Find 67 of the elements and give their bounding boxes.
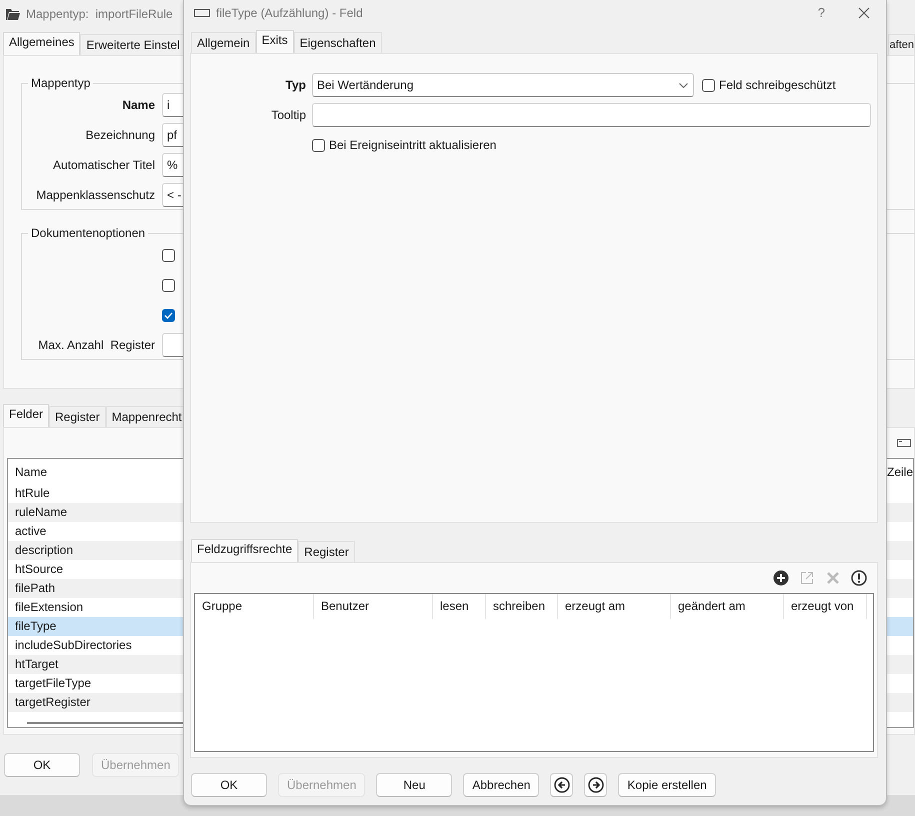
column-header: erzeugt am bbox=[558, 594, 671, 619]
help-button[interactable]: ? bbox=[818, 5, 825, 20]
tab[interactable]: aften bbox=[888, 34, 915, 55]
button[interactable]: Neu bbox=[376, 773, 452, 797]
tab[interactable]: Feldzugriffsrechte bbox=[191, 539, 298, 562]
field-label: Typ bbox=[284, 78, 306, 92]
tab[interactable]: Register bbox=[298, 541, 355, 562]
checkbox[interactable] bbox=[312, 138, 325, 152]
table-cell: htSource bbox=[15, 562, 64, 576]
column-header: schreiben bbox=[486, 594, 558, 619]
table-cell: fileType bbox=[15, 619, 56, 633]
window-title: fileType (Aufzählung) - Feld bbox=[216, 6, 363, 20]
field-label: Tooltip bbox=[270, 108, 306, 122]
checkbox[interactable] bbox=[162, 248, 175, 262]
button[interactable]: OK bbox=[191, 773, 267, 797]
button[interactable] bbox=[550, 773, 574, 797]
group-title: Dokumentenoptionen bbox=[30, 226, 146, 240]
window-title: Mappentyp: importFileRule bbox=[26, 7, 173, 21]
column-header: erzeugt von bbox=[784, 594, 867, 619]
close-icon[interactable] bbox=[858, 6, 870, 18]
window-icon[interactable] bbox=[897, 439, 911, 447]
column-header: Name bbox=[15, 464, 48, 478]
arrow-right-icon bbox=[588, 777, 604, 793]
input-field[interactable] bbox=[312, 103, 871, 127]
button[interactable]: Abbrechen bbox=[463, 773, 540, 797]
column-header: lesen bbox=[433, 594, 486, 619]
checkbox-label: Feld schreibgeschützt bbox=[719, 78, 836, 92]
tab[interactable]: Exits bbox=[256, 30, 294, 53]
field-label: Automatischer Titel bbox=[52, 158, 155, 172]
tab[interactable]: Allgemeines bbox=[3, 32, 80, 55]
exclamation-circle-icon[interactable] bbox=[851, 570, 867, 586]
table-cell: targetRegister bbox=[15, 695, 90, 709]
field-label: Mappenklassenschutz bbox=[35, 188, 155, 202]
field-icon bbox=[194, 8, 210, 16]
checkbox-label: Bei Ereigniseintritt aktualisieren bbox=[329, 138, 496, 152]
column-header: Gruppe bbox=[195, 594, 314, 619]
dropdown[interactable]: Bei Wertänderung bbox=[312, 73, 694, 97]
checkbox[interactable] bbox=[702, 78, 715, 92]
table-cell: includeSubDirectories bbox=[15, 638, 132, 652]
table-cell: htRule bbox=[15, 486, 50, 500]
field-label: Name bbox=[121, 98, 155, 112]
table-cell: description bbox=[15, 543, 74, 557]
tab[interactable]: Eigenschaften bbox=[294, 32, 382, 53]
field-label: Max. Anzahl Register bbox=[37, 338, 155, 352]
table-cell: ruleName bbox=[15, 505, 68, 519]
button[interactable] bbox=[584, 773, 608, 797]
checkbox[interactable] bbox=[162, 278, 175, 292]
column-header: Benutzer bbox=[314, 594, 433, 619]
checkbox[interactable] bbox=[162, 308, 175, 322]
plus-circle-icon[interactable] bbox=[773, 570, 789, 586]
tab[interactable]: Register bbox=[49, 406, 106, 427]
tab[interactable]: Erweiterte Einstel bbox=[80, 34, 186, 55]
table-cell: active bbox=[15, 524, 46, 538]
tab[interactable]: Felder bbox=[3, 404, 50, 427]
column-header: geändert am bbox=[671, 594, 784, 619]
group-title: Mappentyp bbox=[30, 76, 92, 90]
chevron-down-icon bbox=[679, 82, 688, 88]
column-header: Zeile bbox=[886, 464, 913, 478]
table-cell: targetFileType bbox=[15, 676, 92, 690]
table-cell: filePath bbox=[15, 581, 56, 595]
button[interactable]: Kopie erstellen bbox=[618, 773, 716, 797]
field-label: Bezeichnung bbox=[84, 128, 155, 142]
folder-icon bbox=[6, 8, 20, 20]
tab[interactable]: Allgemein bbox=[191, 32, 256, 53]
button[interactable]: OK bbox=[4, 753, 80, 777]
arrow-left-icon bbox=[554, 777, 570, 793]
table-cell: htTarget bbox=[15, 657, 58, 671]
